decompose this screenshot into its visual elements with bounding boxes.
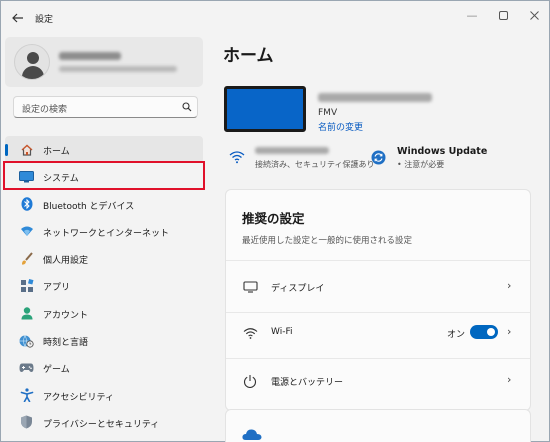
page-title: ホーム [223, 46, 274, 66]
divider [226, 358, 530, 359]
sidebar-item-network[interactable]: ネットワークとインターネット [5, 218, 203, 245]
device-model: FMV [318, 108, 338, 118]
settings-window: 設定 — 設定の検索 ホーム システム Bluetooth とデバイス ネットワ… [0, 0, 550, 442]
wifi-diamond-icon [19, 224, 34, 239]
search-icon [182, 102, 192, 112]
recommended-settings-card: 推奨の設定 最近使用した設定と一般的に使用される設定 ディスプレイ › Wi-F… [225, 189, 531, 411]
card-title: 推奨の設定 [242, 211, 305, 226]
blurred-network-name [255, 147, 329, 154]
blurred-user-name [59, 52, 121, 60]
arrow-left-icon [12, 13, 23, 23]
sidebar-item-privacy[interactable]: プライバシーとセキュリティ [5, 409, 203, 436]
chevron-right-icon: › [507, 325, 512, 338]
windows-update-status: • 注意が必要 [397, 160, 445, 169]
windows-update-icon [371, 150, 386, 165]
chevron-right-icon: › [507, 373, 512, 386]
toggle-knob [487, 328, 495, 336]
gamepad-icon [19, 360, 34, 375]
network-status-text: 接続済み、セキュリティ保護あり [255, 160, 375, 169]
home-icon [19, 142, 34, 157]
blurred-user-email [59, 66, 177, 72]
sidebar-item-gaming[interactable]: ゲーム [5, 354, 203, 381]
sidebar-item-label: ホーム [43, 147, 70, 157]
wifi-icon [242, 325, 258, 341]
accessibility-icon [19, 388, 34, 403]
brush-icon [19, 251, 34, 266]
sidebar-item-time-language[interactable]: 時刻と言語 [5, 327, 203, 354]
sidebar-item-label: プライバシーとセキュリティ [43, 419, 160, 430]
wifi-row[interactable]: Wi-Fi オン › [226, 313, 530, 353]
shield-icon [19, 415, 34, 430]
avatar [14, 44, 50, 80]
toggle-state-label: オン [447, 330, 466, 340]
sidebar-item-label: アプリ [43, 283, 71, 294]
sidebar-item-apps[interactable]: アプリ [5, 272, 203, 299]
windows-update-title[interactable]: Windows Update [397, 146, 487, 157]
card-subtitle: 最近使用した設定と一般的に使用される設定 [242, 236, 413, 246]
row-label: 電源とバッテリー [271, 378, 344, 388]
window-title: 設定 [35, 15, 54, 25]
close-icon [529, 10, 539, 20]
sidebar-item-label: アクセシビリティ [43, 392, 115, 403]
display-icon [242, 279, 258, 295]
row-label: ディスプレイ [271, 284, 325, 294]
cloud-storage-card [225, 409, 531, 442]
cloud-icon [242, 429, 262, 440]
minimize-button[interactable]: — [457, 5, 487, 25]
maximize-button[interactable] [488, 5, 518, 25]
sidebar-item-label: 個人用設定 [43, 256, 89, 267]
sidebar-item-bluetooth[interactable]: Bluetooth とデバイス [5, 191, 203, 218]
close-button[interactable] [519, 5, 549, 25]
power-icon [242, 373, 258, 389]
device-image [224, 86, 306, 132]
search-input[interactable]: 設定の検索 [13, 96, 198, 118]
user-profile-card[interactable] [5, 37, 203, 87]
sidebar-item-label: ゲーム [43, 365, 70, 376]
sidebar-item-label: Bluetooth とデバイス [43, 201, 135, 212]
sidebar-item-accounts[interactable]: アカウント [5, 300, 203, 327]
rename-link[interactable]: 名前の変更 [318, 120, 363, 133]
sidebar-item-personalization[interactable]: 個人用設定 [5, 245, 203, 272]
sidebar-item-label: ネットワークとインターネット [43, 228, 170, 239]
wifi-icon [229, 151, 245, 164]
back-button[interactable] [9, 10, 27, 26]
apps-icon [19, 278, 34, 293]
maximize-icon [498, 10, 508, 20]
sidebar-item-label: 時刻と言語 [43, 338, 89, 349]
divider [226, 260, 530, 261]
annotation-highlight-box [3, 161, 205, 190]
sidebar-item-home[interactable]: ホーム [5, 136, 203, 164]
row-label: Wi-Fi [271, 327, 293, 337]
title-bar: 設定 — [1, 1, 549, 35]
account-icon [19, 306, 34, 321]
wifi-toggle[interactable] [470, 325, 498, 339]
chevron-right-icon: › [507, 279, 512, 292]
power-row[interactable]: 電源とバッテリー › [226, 361, 530, 401]
sidebar-item-label: アカウント [43, 310, 89, 321]
display-row[interactable]: ディスプレイ › [226, 267, 530, 307]
blurred-device-name [318, 93, 432, 102]
search-placeholder: 設定の検索 [22, 105, 68, 115]
sidebar-item-accessibility[interactable]: アクセシビリティ [5, 382, 203, 409]
globe-clock-icon [19, 333, 34, 348]
active-indicator [5, 144, 8, 156]
bluetooth-icon [19, 197, 34, 212]
